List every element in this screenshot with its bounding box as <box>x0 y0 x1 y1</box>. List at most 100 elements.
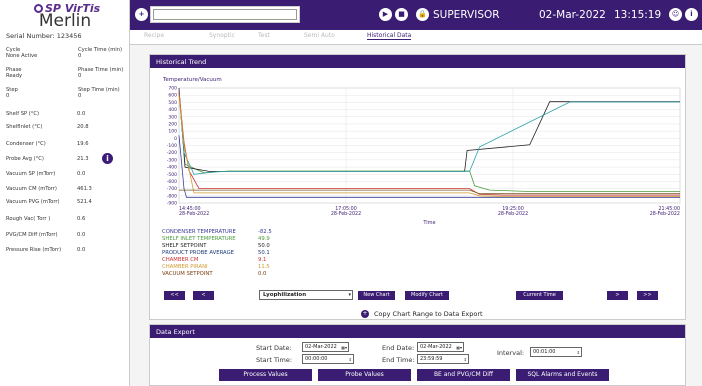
reading-value: 21.3 <box>77 156 89 162</box>
reading-value: 461.3 <box>77 186 92 192</box>
be-pvg-cm-diff-button[interactable]: BE and PVG/CM Diff <box>417 369 510 381</box>
user-icon[interactable]: ☺ <box>669 8 682 21</box>
reading-label: Vacuum PVG (mTorr) <box>6 199 60 205</box>
reading-label: Probe Avg (°C) <box>6 156 44 162</box>
chevron-down-icon: ▾ <box>348 292 351 298</box>
reading-vacuum-sp: Vacuum SP (mTorr) 0.0 <box>6 171 85 177</box>
interval-label: Interval: <box>497 349 525 357</box>
serial-label: Serial Number: <box>6 32 55 40</box>
interval-field[interactable]: 00:01:00 ⇕ <box>530 347 582 357</box>
y-tick-label: -600 <box>167 179 177 185</box>
step-time-value: 0 <box>78 93 82 99</box>
tab-semi-auto[interactable]: Semi Auto <box>304 32 335 39</box>
y-tick-label: -200 <box>167 150 177 156</box>
y-tick-label: 200 <box>168 121 177 127</box>
first-page-button[interactable]: << <box>164 291 185 300</box>
legend-value: 50.1 <box>258 250 270 256</box>
sql-alarms-button[interactable]: SQL Alarms and Events <box>516 369 609 381</box>
reading-label: PVG/CM Diff (mTorr) <box>6 232 58 238</box>
reading-probe-avg: Probe Avg (°C) 21.3 <box>6 156 89 162</box>
panel-title: Data Export <box>150 325 685 338</box>
start-date-label: Start Date: <box>256 344 292 352</box>
phase-time-label: Phase Time (min) <box>78 67 124 73</box>
reading-label: ShelfInlet (°C) <box>6 124 43 130</box>
step-time-label: Step Time (min) <box>78 87 120 93</box>
copy-range-link[interactable]: Copy Chart Range to Data Export <box>374 310 483 318</box>
tab-recipe[interactable]: Recipe <box>144 32 164 39</box>
reading-shelf-inlet: ShelfInlet (°C) 20.8 <box>6 124 89 130</box>
tab-bar: Recipe Synoptic Test Semi Auto Historica… <box>130 30 702 45</box>
start-time-field[interactable]: 00:00:00 ⇕ <box>302 354 354 364</box>
legend-probe-average: PRODUCT PROBE AVERAGE 50.1 <box>162 250 382 256</box>
reading-value: 0.0 <box>77 232 86 238</box>
stop-icon[interactable]: ■ <box>395 8 408 21</box>
reading-pvg-cm-diff: PVG/CM Diff (mTorr) 0.0 <box>6 232 85 238</box>
serial-number: Serial Number: 123456 <box>6 32 82 40</box>
trend-chart[interactable]: Temperature/Vacuum 700600500400300200 1000… <box>149 68 686 233</box>
interval-value: 00:01:00 <box>533 349 556 355</box>
y-tick-label: 400 <box>168 107 177 113</box>
new-chart-button[interactable]: New Chart <box>358 291 395 300</box>
reading-label: Vacuum SP (mTorr) <box>6 171 56 177</box>
progress-bar <box>153 9 297 20</box>
status-sidebar: SP VirTis Merlin Serial Number: 123456 C… <box>0 0 130 386</box>
x-tick-date: 28-Feb-2022 <box>650 211 680 217</box>
spinner-icon[interactable]: ⇕ <box>577 348 580 357</box>
tab-historical-data[interactable]: Historical Data <box>367 32 412 40</box>
copy-icon[interactable]: + <box>361 310 369 318</box>
lock-icon[interactable]: 🔒 <box>416 8 429 21</box>
step-value: 0 <box>6 93 10 99</box>
next-button[interactable]: > <box>607 291 628 300</box>
cycle-time-value: 0 <box>78 53 82 59</box>
legend-label: SHELF SETPOINT <box>162 243 207 249</box>
current-time-button[interactable]: Current Time <box>516 291 563 300</box>
reading-label: Pressure Rise (mTorr) <box>6 247 62 253</box>
reading-value: 0.0 <box>77 171 86 177</box>
end-date-field[interactable]: 02-Mar-2022 ▦▾ <box>417 342 464 352</box>
y-tick-label: -400 <box>167 165 177 171</box>
y-tick-label: 100 <box>168 129 177 135</box>
reading-rough-vac: Rough Vac( Torr ) 0.6 <box>6 216 85 222</box>
phase-value: Ready <box>6 73 23 79</box>
modify-chart-button[interactable]: Modify Chart <box>405 291 449 300</box>
tab-test[interactable]: Test <box>258 32 270 39</box>
previous-button[interactable]: < <box>193 291 214 300</box>
start-date-field[interactable]: 02-Mar-2022 ▦▾ <box>302 342 349 352</box>
start-time-value: 00:00:00 <box>305 356 328 362</box>
calendar-icon[interactable]: ▦▾ <box>341 343 347 352</box>
last-page-button[interactable]: >> <box>637 291 658 300</box>
cycle-row: Cycle Cycle Time (min) None Active 0 <box>6 47 126 59</box>
add-icon[interactable]: + <box>135 8 148 21</box>
spinner-icon[interactable]: ⇕ <box>349 355 352 364</box>
y-tick-label: 500 <box>168 100 177 106</box>
end-time-field[interactable]: 23:59:59 ⇕ <box>417 354 469 364</box>
legend-label: CHAMBER CM <box>162 257 199 263</box>
reading-vacuum-pvg: Vacuum PVG (mTorr) 521.4 <box>6 199 92 205</box>
legend-chamber-pirani: CHAMBER PIRANI 11.5 <box>162 264 382 270</box>
reading-label: Condenser (°C) <box>6 141 46 147</box>
cycle-value: None Active <box>6 53 38 59</box>
spinner-icon[interactable]: ⇕ <box>464 355 467 364</box>
probe-values-button[interactable]: Probe Values <box>318 369 411 381</box>
legend-value: 49.9 <box>258 236 270 242</box>
reading-shelf-sp: Shelf SP (°C) 0.0 <box>6 111 85 117</box>
chart-preset-select[interactable]: Lyophilization ▾ <box>259 290 353 300</box>
y-tick-label: 300 <box>168 114 177 120</box>
calendar-icon[interactable]: ▦▾ <box>456 343 462 352</box>
x-tick-date: 28-Feb-2022 <box>331 211 361 217</box>
process-values-button[interactable]: Process Values <box>219 369 312 381</box>
legend-label: SHELF INLET TEMPERATURE <box>162 236 236 242</box>
tab-synoptic[interactable]: Synoptic <box>209 32 235 39</box>
info-icon[interactable]: i <box>102 153 113 164</box>
y-tick-label: 0 <box>174 136 177 142</box>
reading-label: Shelf SP (°C) <box>6 111 40 117</box>
x-tick-date: 28-Feb-2022 <box>498 211 528 217</box>
reading-value: 19.6 <box>77 141 89 147</box>
reading-value: 0.6 <box>77 216 86 222</box>
reading-label: Rough Vac( Torr ) <box>6 216 51 222</box>
legend-value: 11.5 <box>258 264 270 270</box>
play-icon[interactable]: ▶ <box>379 8 392 21</box>
info-icon[interactable]: i <box>685 8 698 21</box>
start-time-label: Start Time: <box>256 356 293 364</box>
legend-label: VACUUM SETPOINT <box>162 271 213 277</box>
